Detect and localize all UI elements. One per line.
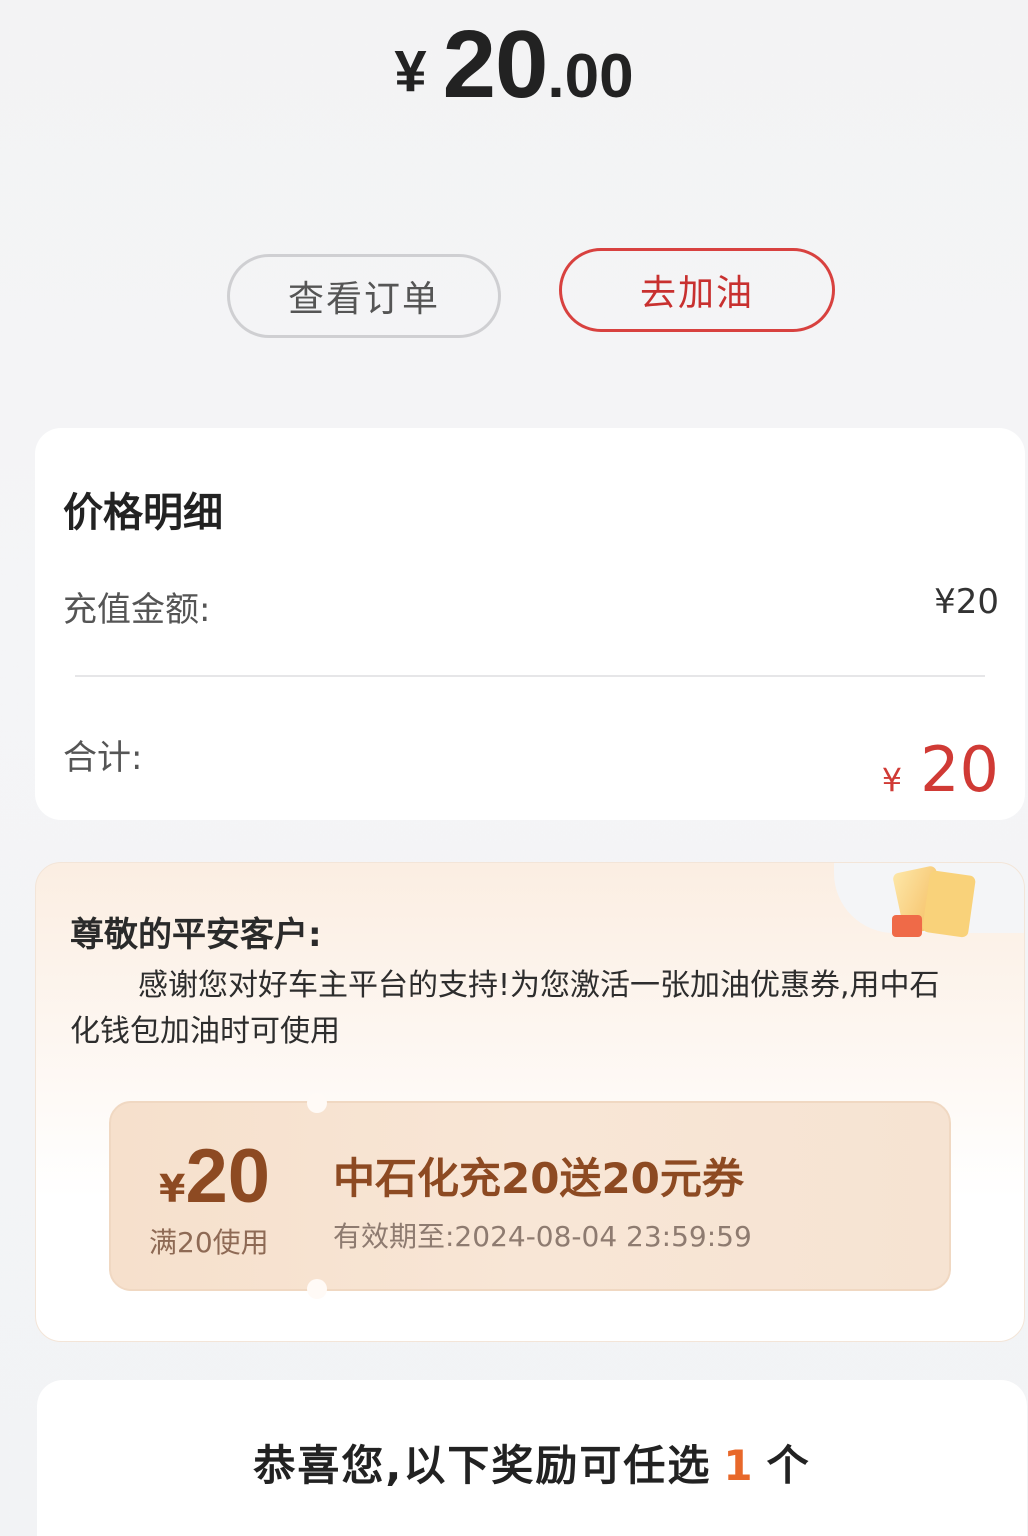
- currency-symbol: ¥: [394, 39, 427, 104]
- amount-integer: 20: [442, 11, 549, 118]
- reward-card: 恭喜您,以下奖励可任选 1 个: [37, 1380, 1027, 1536]
- coupon-ticket[interactable]: ¥20 满20使用 中石化充20送20元券 有效期至:2024-08-04 23…: [109, 1093, 951, 1299]
- promo-message: 感谢您对好车主平台的支持!为您激活一张加油优惠券,用中石化钱包加油时可使用: [70, 968, 940, 1049]
- coupon-name: 中石化充20送20元券: [333, 1154, 744, 1203]
- coupon-notch-top: [307, 1093, 327, 1113]
- coupon-notch-bottom: [307, 1279, 327, 1299]
- coupon-currency: ¥: [159, 1167, 186, 1211]
- coupon-condition: 满20使用: [149, 1226, 269, 1259]
- reward-prefix: 恭喜您,以下奖励可任选: [253, 1441, 712, 1490]
- reward-suffix: 个: [766, 1441, 811, 1490]
- total-number: 20: [920, 733, 999, 806]
- promo-card: 尊敬的平安客户: 感谢您对好车主平台的支持!为您激活一张加油优惠券,用中石化钱包…: [35, 862, 1025, 1342]
- total-value: ¥20: [882, 733, 999, 806]
- total-label: 合计:: [63, 738, 143, 778]
- reward-headline: 恭喜您,以下奖励可任选 1 个: [37, 1432, 1027, 1493]
- coupon-expiry: 有效期至:2024-08-04 23:59:59: [333, 1220, 752, 1253]
- price-detail-card: 价格明细 充值金额: ¥20 合计: ¥20: [35, 428, 1025, 820]
- payment-amount: ¥20.00: [0, 10, 1028, 120]
- reward-count: 1: [723, 1441, 755, 1490]
- price-detail-title: 价格明细: [63, 490, 223, 536]
- promo-greeting: 尊敬的平安客户:: [70, 915, 322, 955]
- view-orders-button[interactable]: 查看订单: [227, 254, 501, 338]
- coupon-gift-icon: [892, 866, 976, 938]
- divider: [75, 675, 985, 677]
- amount-decimal: .00: [547, 42, 634, 111]
- total-currency: ¥: [881, 761, 903, 799]
- coupon-amount: 20: [185, 1134, 270, 1219]
- recharge-amount-value: ¥20: [934, 582, 999, 622]
- go-refuel-button[interactable]: 去加油: [559, 248, 835, 332]
- recharge-amount-label: 充值金额:: [63, 590, 211, 630]
- coupon-value: ¥20: [159, 1133, 270, 1220]
